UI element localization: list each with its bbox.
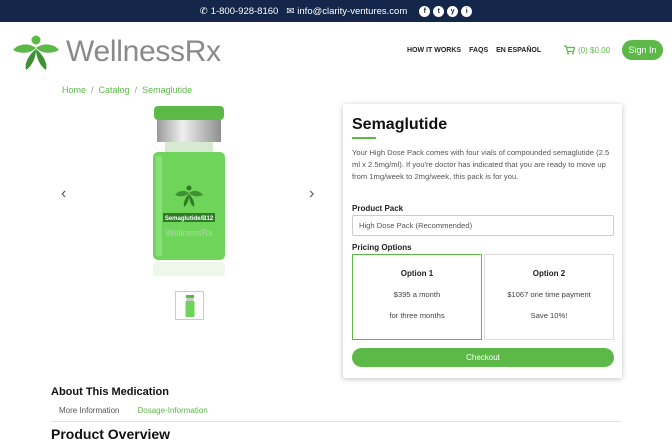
nav-how-it-works[interactable]: HOW IT WORKS (407, 47, 461, 54)
product-title: Semaglutide (352, 116, 448, 133)
pricing-options-label: Pricing Options (352, 243, 412, 252)
logo-wordmark-part1: Wellness (66, 35, 185, 68)
social-links: f t y i (419, 5, 473, 17)
breadcrumb-home[interactable]: Home (62, 85, 86, 95)
instagram-icon[interactable]: i (461, 5, 473, 17)
product-card: Semaglutide Your High Dose Pack comes wi… (343, 104, 622, 378)
phone-number: 1-800-928-8160 (210, 5, 279, 17)
leaf-logo-icon (13, 35, 59, 70)
gallery-thumbnail[interactable] (175, 291, 204, 320)
cart-summary: (0) $0.00 (578, 45, 611, 55)
vial-thumbnail-icon (185, 294, 194, 317)
product-overview-heading: Product Overview (51, 426, 171, 442)
nav-en-espanol[interactable]: EN ESPAÑOL (496, 47, 541, 54)
checkout-button[interactable]: Checkout (352, 348, 614, 367)
option-title: Option 2 (532, 269, 566, 278)
logo-wordmark-part2: Rx (184, 35, 221, 68)
product-pack-label: Product Pack (352, 204, 404, 213)
option-price: $395 a month (393, 290, 441, 299)
product-description: Your High Dose Pack comes with four vial… (352, 148, 610, 181)
about-tabs: More Information Dosage-Information (59, 406, 208, 415)
breadcrumb-current: Semaglutide (142, 85, 193, 95)
site-logo[interactable]: WellnessRx (10, 32, 221, 72)
main-nav: HOW IT WORKS FAQS EN ESPAÑOL (407, 47, 541, 54)
twitter-icon[interactable]: t (433, 5, 445, 17)
breadcrumb-separator: / (134, 85, 138, 95)
breadcrumb: Home / Catalog / Semaglutide (62, 85, 192, 95)
tab-more-information[interactable]: More Information (59, 406, 119, 415)
email-address: info@clarity-ventures.com (297, 5, 408, 17)
cart-icon (564, 45, 575, 55)
product-pack-select[interactable]: High Dose Pack (Recommended) (352, 215, 614, 236)
sign-in-button[interactable]: Sign In (622, 40, 663, 60)
top-contact-bar: ✆ 1-800-928-8160 ✉ info@clarity-ventures… (0, 0, 672, 22)
option-price: $1067 one time payment (507, 290, 591, 299)
youtube-icon[interactable]: y (447, 5, 459, 17)
pricing-option-2[interactable]: Option 2 $1067 one time payment Save 10%… (484, 254, 614, 340)
tab-dosage-information[interactable]: Dosage-Information (137, 406, 207, 415)
vial-label: Semaglutide/B12 (165, 216, 214, 222)
cart-link[interactable]: (0) $0.00 (564, 45, 610, 55)
phone-icon: ✆ (199, 5, 208, 17)
gallery-next-arrow[interactable]: › (309, 185, 314, 203)
option-detail: for three months (389, 311, 445, 320)
breadcrumb-separator: / (91, 85, 94, 95)
email-link[interactable]: ✉ info@clarity-ventures.com (286, 6, 407, 17)
logo-wordmark: WellnessRx (66, 35, 221, 69)
pricing-option-1[interactable]: Option 1 $395 a month for three months (352, 254, 482, 340)
title-underline (352, 137, 376, 139)
nav-faqs[interactable]: FAQS (469, 47, 488, 54)
mail-icon: ✉ (286, 5, 295, 17)
vial-brand: WellnessRx (165, 228, 213, 238)
facebook-icon[interactable]: f (419, 5, 431, 17)
about-heading: About This Medication (51, 386, 169, 398)
breadcrumb-catalog[interactable]: Catalog (99, 85, 130, 95)
phone-link[interactable]: ✆ 1-800-928-8160 (200, 6, 279, 17)
option-detail: Save 10%! (530, 311, 568, 320)
gallery-prev-arrow[interactable]: ‹ (61, 185, 66, 203)
product-vial-image: Semaglutide/B12 WellnessRx (153, 106, 225, 276)
option-title: Option 1 (400, 269, 434, 278)
tabs-divider (51, 421, 621, 422)
site-header: WellnessRx HOW IT WORKS FAQS EN ESPAÑOL … (0, 22, 672, 82)
